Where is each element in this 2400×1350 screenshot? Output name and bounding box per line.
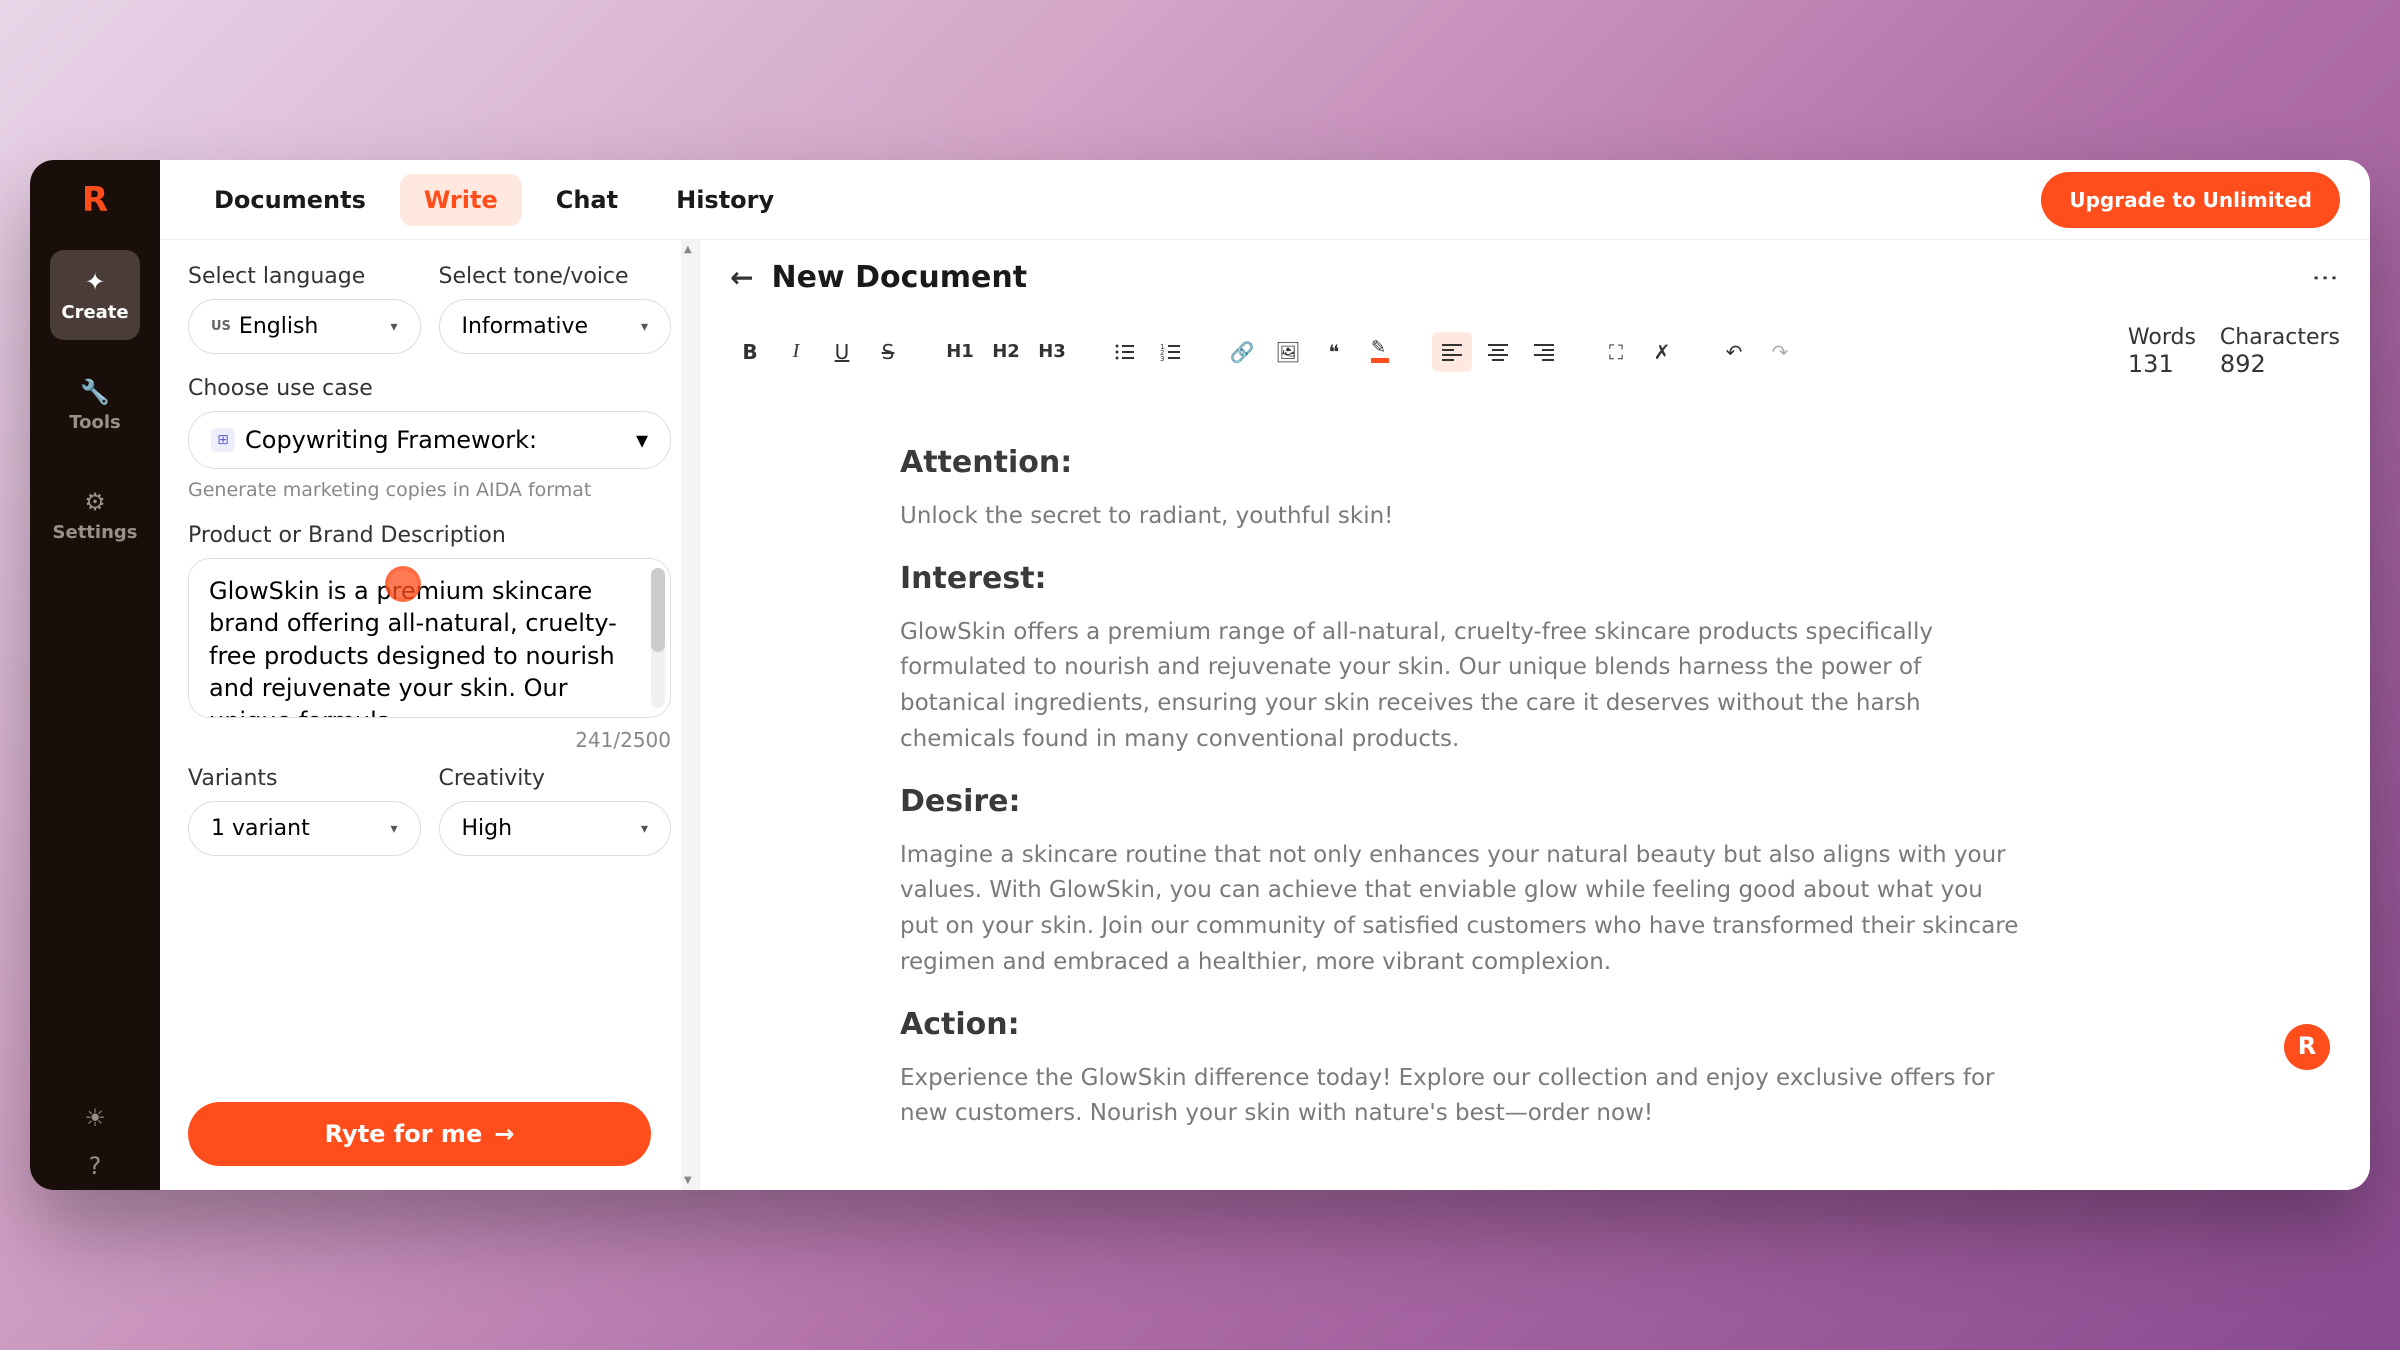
heading-action: Action:: [900, 1002, 2290, 1049]
variants-select[interactable]: 1 variant ▾: [188, 801, 421, 856]
app-window: R ✦ Create 🔧 Tools ⚙ Settings ☀ ? Docume…: [30, 160, 2370, 1190]
align-center-button[interactable]: [1478, 332, 1518, 372]
underline-button[interactable]: U: [822, 332, 862, 372]
usecase-select[interactable]: ⊞Copywriting Framework: ▾: [188, 411, 671, 469]
numbered-list-button[interactable]: 123: [1150, 332, 1190, 372]
tab-write[interactable]: Write: [400, 174, 522, 226]
textarea-scrollbar[interactable]: [651, 568, 665, 708]
chevron-down-icon: ▾: [390, 319, 397, 335]
brand-logo: R: [75, 180, 115, 220]
more-icon[interactable]: ⋮: [2310, 265, 2340, 291]
words-label: Words: [2128, 325, 2196, 350]
paragraph-attention: Unlock the secret to radiant, youthful s…: [900, 499, 2020, 535]
svg-text:3: 3: [1160, 355, 1164, 361]
description-textarea[interactable]: [188, 558, 671, 718]
bold-button[interactable]: B: [730, 332, 770, 372]
help-icon[interactable]: ?: [79, 1142, 112, 1190]
strikethrough-button[interactable]: S: [868, 332, 908, 372]
usecase-label: Choose use case: [188, 376, 671, 401]
undo-button[interactable]: ↶: [1714, 332, 1754, 372]
input-panel: Select language USEnglish ▾ Select tone/…: [160, 240, 700, 1190]
paragraph-action: Experience the GlowSkin difference today…: [900, 1061, 2020, 1132]
back-arrow-icon[interactable]: ←: [730, 261, 753, 294]
rail-label: Settings: [53, 522, 138, 543]
heading-attention: Attention:: [900, 440, 2290, 487]
tone-select[interactable]: Informative ▾: [439, 299, 672, 354]
tone-label: Select tone/voice: [439, 264, 672, 289]
chevron-down-icon: ▾: [641, 319, 648, 335]
framework-icon: ⊞: [211, 428, 235, 452]
words-value: 131: [2128, 350, 2196, 378]
expand-button[interactable]: ⛶: [1596, 332, 1636, 372]
creativity-label: Creativity: [439, 766, 672, 791]
rail-label: Tools: [69, 412, 121, 433]
h3-button[interactable]: H3: [1032, 332, 1072, 372]
upgrade-button[interactable]: Upgrade to Unlimited: [2041, 172, 2340, 228]
tab-history[interactable]: History: [652, 174, 798, 226]
sparkle-icon: ✦: [81, 268, 109, 296]
editor-area: ← New Document ⋮ B I U S H1 H2 H3: [700, 240, 2370, 1190]
char-counter: 241/2500: [188, 728, 671, 752]
top-tabs: Documents Write Chat History: [190, 174, 798, 226]
align-right-button[interactable]: [1524, 332, 1564, 372]
italic-button[interactable]: I: [776, 332, 816, 372]
arrow-right-icon: →: [494, 1120, 514, 1148]
language-label: Select language: [188, 264, 421, 289]
heading-interest: Interest:: [900, 556, 2290, 603]
document-body[interactable]: Attention: Unlock the secret to radiant,…: [700, 388, 2370, 1190]
stats: Words 131 Characters 892: [2128, 325, 2340, 378]
description-label: Product or Brand Description: [188, 523, 671, 548]
variants-label: Variants: [188, 766, 421, 791]
align-left-button[interactable]: [1432, 332, 1472, 372]
fab-button[interactable]: R: [2284, 1024, 2330, 1070]
creativity-select[interactable]: High ▾: [439, 801, 672, 856]
rail-item-tools[interactable]: 🔧 Tools: [50, 360, 140, 450]
chevron-down-icon: ▾: [636, 426, 648, 454]
bullet-list-button[interactable]: [1104, 332, 1144, 372]
language-select[interactable]: USEnglish ▾: [188, 299, 421, 354]
wrench-icon: 🔧: [81, 378, 109, 406]
image-button[interactable]: 🖼: [1268, 332, 1308, 372]
topbar: Documents Write Chat History Upgrade to …: [160, 160, 2370, 240]
flag-icon: US: [211, 319, 231, 334]
document-title[interactable]: New Document: [771, 260, 2292, 295]
quote-button[interactable]: ❝: [1314, 332, 1354, 372]
left-rail: R ✦ Create 🔧 Tools ⚙ Settings ☀ ?: [30, 160, 160, 1190]
editor-toolbar: B I U S H1 H2 H3 123 🔗: [700, 315, 2370, 388]
tab-chat[interactable]: Chat: [532, 174, 642, 226]
content-area: Select language USEnglish ▾ Select tone/…: [160, 240, 2370, 1190]
paragraph-desire: Imagine a skincare routine that not only…: [900, 838, 2020, 981]
highlight-button[interactable]: [1360, 332, 1400, 372]
ryte-button[interactable]: Ryte for me →: [188, 1102, 651, 1166]
rail-item-create[interactable]: ✦ Create: [50, 250, 140, 340]
h2-button[interactable]: H2: [986, 332, 1026, 372]
chevron-down-icon: ▾: [390, 821, 397, 837]
paragraph-interest: GlowSkin offers a premium range of all-n…: [900, 615, 2020, 758]
chevron-down-icon: ▾: [641, 821, 648, 837]
rail-item-settings[interactable]: ⚙ Settings: [50, 470, 140, 560]
usecase-help: Generate marketing copies in AIDA format: [188, 479, 671, 501]
panel-scrollbar[interactable]: [681, 240, 699, 1190]
h1-button[interactable]: H1: [940, 332, 980, 372]
sliders-icon: ⚙: [81, 488, 109, 516]
tab-documents[interactable]: Documents: [190, 174, 390, 226]
main-area: Documents Write Chat History Upgrade to …: [160, 160, 2370, 1190]
chars-label: Characters: [2220, 325, 2340, 350]
chars-value: 892: [2220, 350, 2340, 378]
redo-button[interactable]: ↷: [1760, 332, 1800, 372]
rail-label: Create: [61, 302, 128, 323]
heading-desire: Desire:: [900, 779, 2290, 826]
link-button[interactable]: 🔗: [1222, 332, 1262, 372]
clear-format-button[interactable]: ✗: [1642, 332, 1682, 372]
theme-toggle-icon[interactable]: ☀: [74, 1094, 116, 1142]
